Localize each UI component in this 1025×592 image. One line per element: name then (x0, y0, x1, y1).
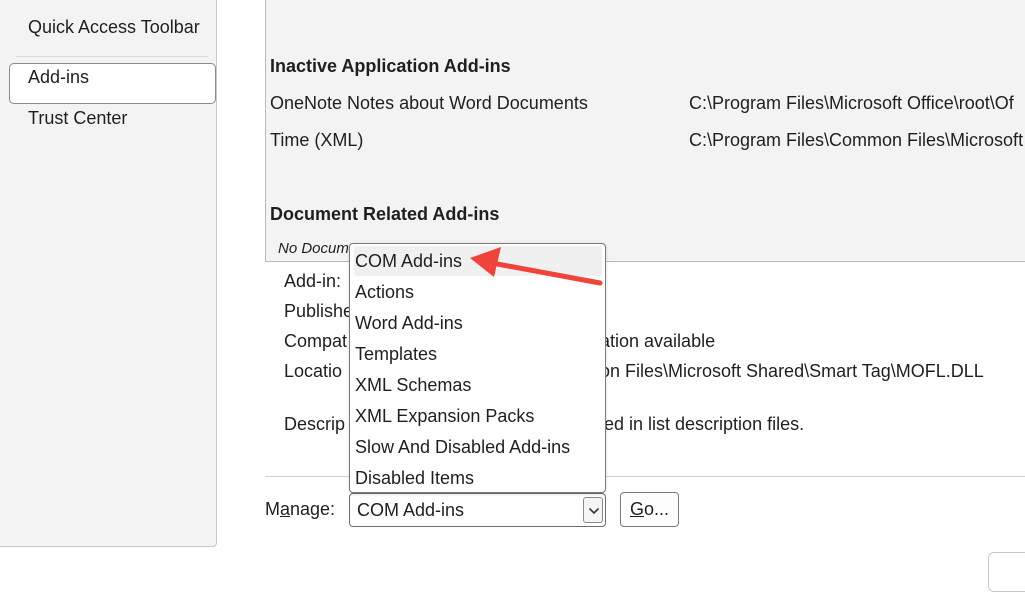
sidebar-item-add-ins[interactable]: Add-ins (28, 67, 89, 88)
compatibility-label: Compat (284, 331, 348, 351)
dropdown-option-com-add-ins[interactable]: COM Add-ins (354, 246, 602, 276)
addin-row-location[interactable]: C:\Program Files\Microsoft Office\root\O… (689, 93, 1014, 114)
document-addins-heading: Document Related Add-ins (270, 204, 500, 224)
no-document-addins-text: No Docum (278, 240, 349, 257)
manage-dropdown-list[interactable]: COM Add-ins Actions Word Add-ins Templat… (349, 243, 606, 493)
addin-row-name[interactable]: Time (XML) (270, 130, 363, 151)
sidebar-divider (16, 56, 208, 57)
dropdown-option-actions[interactable]: Actions (354, 277, 602, 307)
location-value: on Files\Microsoft Shared\Smart Tag\MOFL… (600, 361, 984, 381)
manage-select-value: COM Add-ins (357, 500, 465, 520)
dropdown-option-word-add-ins[interactable]: Word Add-ins (354, 308, 602, 338)
description-label: Descrip (284, 414, 346, 434)
addin-row-name[interactable]: OneNote Notes about Word Documents (270, 93, 588, 114)
dropdown-toggle-button[interactable] (583, 497, 603, 523)
dialog-button-partial[interactable] (988, 552, 1025, 592)
manage-label: Manage: (265, 499, 336, 519)
location-label: Locatio (284, 361, 343, 381)
publisher-label: Publishe (284, 301, 354, 321)
go-button[interactable]: Go... (620, 492, 679, 527)
description-value: ied in list description files. (600, 414, 805, 434)
sidebar-item-quick-access-toolbar[interactable]: Quick Access Toolbar (28, 17, 200, 38)
compatibility-value: ation available (600, 331, 716, 351)
addin-label: Add-in: (284, 271, 342, 291)
inactive-addins-heading: Inactive Application Add-ins (270, 56, 511, 76)
dropdown-option-xml-expansion-packs[interactable]: XML Expansion Packs (354, 401, 602, 431)
chevron-down-icon (588, 507, 600, 515)
dropdown-option-disabled-items[interactable]: Disabled Items (354, 463, 602, 493)
sidebar-item-trust-center[interactable]: Trust Center (28, 108, 127, 129)
manage-select[interactable]: COM Add-ins (349, 493, 606, 527)
addin-row-location[interactable]: C:\Program Files\Common Files\Microsoft (689, 130, 1023, 151)
dropdown-option-xml-schemas[interactable]: XML Schemas (354, 370, 602, 400)
dropdown-option-slow-disabled-add-ins[interactable]: Slow And Disabled Add-ins (354, 432, 602, 462)
dropdown-option-templates[interactable]: Templates (354, 339, 602, 369)
